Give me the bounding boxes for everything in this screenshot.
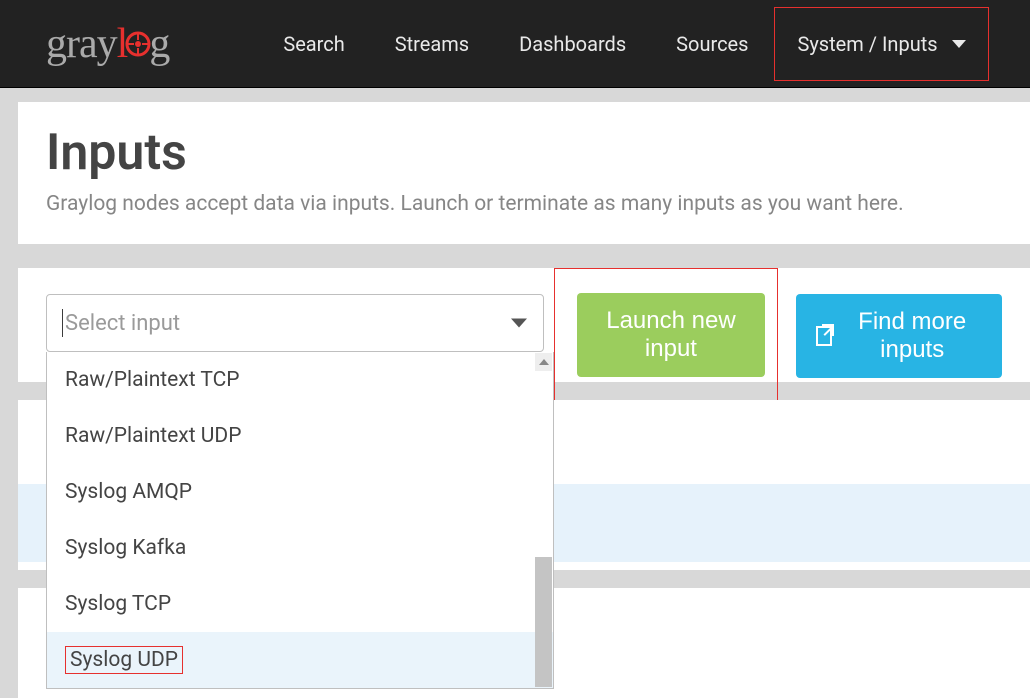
input-controls-panel: Select input Raw/Plaintext TCP Raw/Plain…: [18, 268, 1030, 382]
dropdown-item-raw-udp[interactable]: Raw/Plaintext UDP: [47, 408, 553, 464]
find-more-inputs-button[interactable]: Find more inputs: [796, 294, 1002, 378]
nav-system-inputs[interactable]: System / Inputs: [774, 7, 988, 81]
page-subtitle: Graylog nodes accept data via inputs. La…: [46, 192, 1002, 216]
logo[interactable]: graylg: [46, 20, 169, 68]
find-more-label: Find more inputs: [842, 308, 982, 364]
chevron-down-icon: [511, 319, 527, 328]
launch-highlight-box: Launch new input: [554, 268, 778, 408]
scroll-up-button[interactable]: [535, 353, 552, 371]
nav-sources[interactable]: Sources: [652, 18, 772, 70]
dropdown-item-syslog-udp[interactable]: Syslog UDP: [47, 632, 553, 688]
scrollbar-thumb[interactable]: [535, 557, 552, 687]
page-title: Inputs: [46, 124, 1002, 182]
nav-search[interactable]: Search: [259, 18, 368, 70]
launch-new-input-button[interactable]: Launch new input: [577, 293, 765, 377]
nav-items: Search Streams Dashboards Sources System…: [259, 7, 988, 81]
text-cursor: [62, 309, 63, 337]
nav-streams[interactable]: Streams: [371, 18, 493, 70]
external-link-icon: [816, 326, 833, 346]
dropdown-item-syslog-udp-label: Syslog UDP: [65, 646, 183, 674]
dropdown-item-raw-tcp[interactable]: Raw/Plaintext TCP: [47, 352, 553, 408]
input-type-select-wrap: Select input Raw/Plaintext TCP Raw/Plain…: [46, 294, 544, 352]
input-type-dropdown: Raw/Plaintext TCP Raw/Plaintext UDP Sysl…: [46, 352, 554, 689]
select-placeholder: Select input: [65, 311, 180, 336]
nav-dashboards[interactable]: Dashboards: [495, 18, 650, 70]
nav-system-inputs-label: System / Inputs: [797, 32, 937, 56]
page-container: Inputs Graylog nodes accept data via inp…: [0, 88, 1030, 698]
header-panel: Inputs Graylog nodes accept data via inp…: [18, 102, 1030, 244]
chevron-down-icon: [952, 40, 966, 48]
navbar: graylg Search Streams Dashboards Sources…: [0, 0, 1030, 88]
dropdown-item-syslog-amqp[interactable]: Syslog AMQP: [47, 464, 553, 520]
dropdown-item-syslog-kafka[interactable]: Syslog Kafka: [47, 520, 553, 576]
input-type-select[interactable]: Select input: [46, 294, 544, 352]
dropdown-item-syslog-tcp[interactable]: Syslog TCP: [47, 576, 553, 632]
